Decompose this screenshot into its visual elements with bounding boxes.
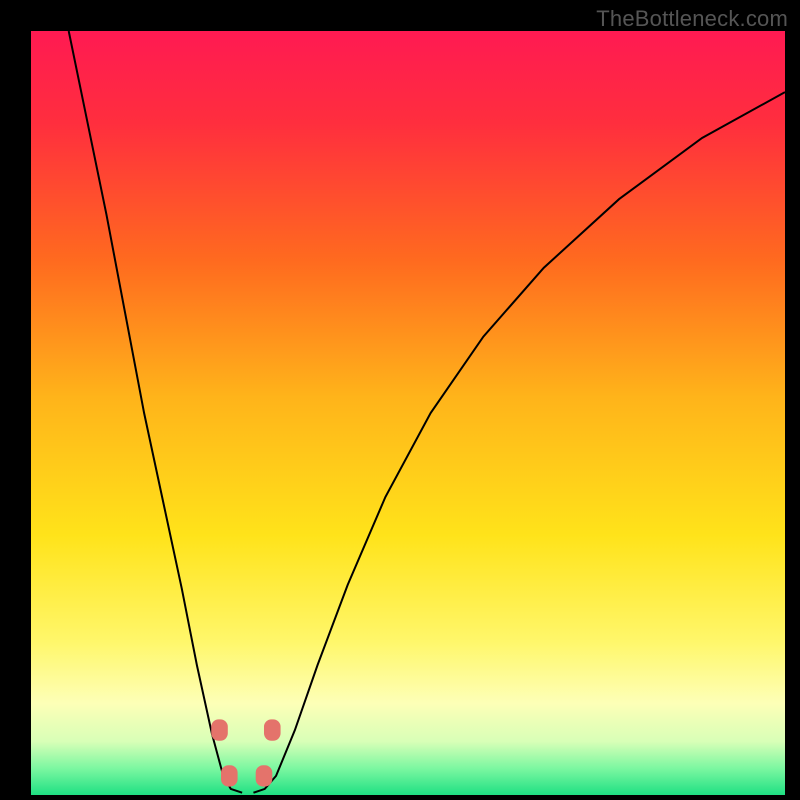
chart-svg bbox=[31, 31, 785, 795]
marker-dot bbox=[256, 765, 273, 786]
watermark-text: TheBottleneck.com bbox=[596, 6, 788, 32]
marker-dot bbox=[221, 765, 238, 786]
chart-frame bbox=[31, 31, 785, 795]
marker-dot bbox=[264, 719, 281, 740]
marker-dot bbox=[211, 719, 228, 740]
